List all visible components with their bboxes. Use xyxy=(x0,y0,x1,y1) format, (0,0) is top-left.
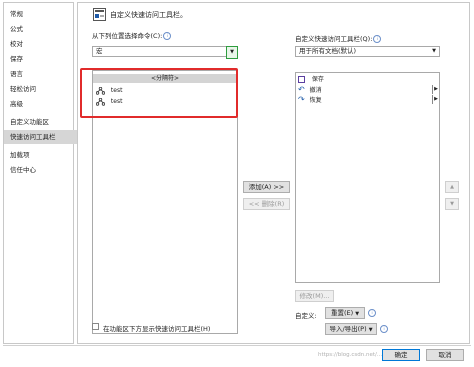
info-icon-glyph: i xyxy=(380,325,388,333)
page-title: 自定义快速访问工具栏。 xyxy=(110,11,187,19)
chevron-up-icon: ▲ xyxy=(450,184,454,190)
list-item-label: 撤消 xyxy=(309,87,322,94)
info-icon-glyph: i xyxy=(368,309,376,317)
move-up-button[interactable]: ▲ xyxy=(445,181,459,193)
customize-label: 自定义: xyxy=(295,312,317,320)
import-export-label: 导入/导出(P) xyxy=(329,325,367,333)
list-item-save[interactable]: 保存 xyxy=(298,75,438,84)
move-down-button[interactable]: ▼ xyxy=(445,198,459,210)
chevron-down-icon: ▼ xyxy=(432,48,436,54)
info-icon: i xyxy=(379,325,388,333)
info-icon: i xyxy=(163,32,172,40)
modify-button[interactable]: 修改(M)... xyxy=(295,290,334,302)
chevron-down-icon: ▼ xyxy=(450,201,454,207)
customize-scope-dropdown[interactable]: 用于所有文档(默认) ▼ xyxy=(295,46,440,57)
nav-item-general[interactable]: 常规 xyxy=(4,7,79,21)
nav-item-add-ins[interactable]: 加载项 xyxy=(4,148,79,162)
list-item-redo[interactable]: ↷ 恢复 ▶ xyxy=(298,95,438,104)
reset-button[interactable]: 重置(E) ▼ xyxy=(325,307,365,319)
submenu-arrow-icon: ▶ xyxy=(432,85,438,94)
remove-button[interactable]: << 删除(R) xyxy=(243,198,290,210)
divider xyxy=(3,345,471,346)
nav-item-customize-ribbon[interactable]: 自定义功能区 xyxy=(4,115,79,129)
nav-item-advanced[interactable]: 高级 xyxy=(4,97,79,111)
ok-button[interactable]: 确定 xyxy=(382,349,420,361)
cancel-button[interactable]: 取消 xyxy=(426,349,464,361)
nav-item-trust-center[interactable]: 信任中心 xyxy=(4,163,79,177)
import-export-button[interactable]: 导入/导出(P) ▼ xyxy=(325,323,377,335)
list-item-label: 恢复 xyxy=(309,97,322,104)
nav-item-quick-access-toolbar[interactable]: 快速访问工具栏 xyxy=(4,130,79,144)
choose-commands-value: 宏 xyxy=(96,47,103,55)
list-item-label: 保存 xyxy=(311,76,324,83)
nav-item-language[interactable]: 语言 xyxy=(4,67,79,81)
info-icon: i xyxy=(373,35,382,43)
watermark: https://blog.csdn.net/... xyxy=(318,352,383,358)
redo-icon: ↷ xyxy=(298,95,305,104)
save-icon xyxy=(298,76,305,83)
nav-item-save[interactable]: 保存 xyxy=(4,52,79,66)
info-icon: i xyxy=(367,309,376,317)
category-nav: 常规 公式 校对 保存 语言 轻松访问 高级 自定义功能区 快速访问工具栏 加载… xyxy=(3,2,79,344)
chevron-down-icon: ▼ xyxy=(355,311,360,317)
show-below-ribbon-checkbox[interactable] xyxy=(92,323,99,330)
nav-item-accessibility[interactable]: 轻松访问 xyxy=(4,82,79,96)
chevron-down-icon: ▼ xyxy=(368,327,373,333)
highlight-annotation xyxy=(80,68,238,118)
list-item-undo[interactable]: ↶ 撤消 ▶ xyxy=(298,85,438,94)
choose-commands-label: 从下列位置选择命令(C): i xyxy=(92,30,172,40)
toolbar-items-list[interactable]: 保存 ↶ 撤消 ▶ ↷ 恢复 ▶ xyxy=(295,72,440,283)
show-below-ribbon-label: 在功能区下方显示快速访问工具栏(H) xyxy=(103,325,211,333)
customize-toolbar-label: 自定义快速访问工具栏(Q): i xyxy=(295,33,382,43)
nav-item-formulas[interactable]: 公式 xyxy=(4,22,79,36)
nav-item-proofing[interactable]: 校对 xyxy=(4,37,79,51)
choose-commands-dropdown[interactable]: 宏 ▼ xyxy=(92,46,238,59)
reset-label: 重置(E) xyxy=(330,309,354,317)
chevron-down-icon: ▼ xyxy=(226,46,238,59)
quick-access-toolbar-icon xyxy=(93,8,106,21)
add-button[interactable]: 添加(A) >> xyxy=(243,181,290,193)
submenu-arrow-icon: ▶ xyxy=(432,95,438,104)
customize-scope-value: 用于所有文档(默认) xyxy=(299,47,357,55)
undo-icon: ↶ xyxy=(298,85,305,94)
